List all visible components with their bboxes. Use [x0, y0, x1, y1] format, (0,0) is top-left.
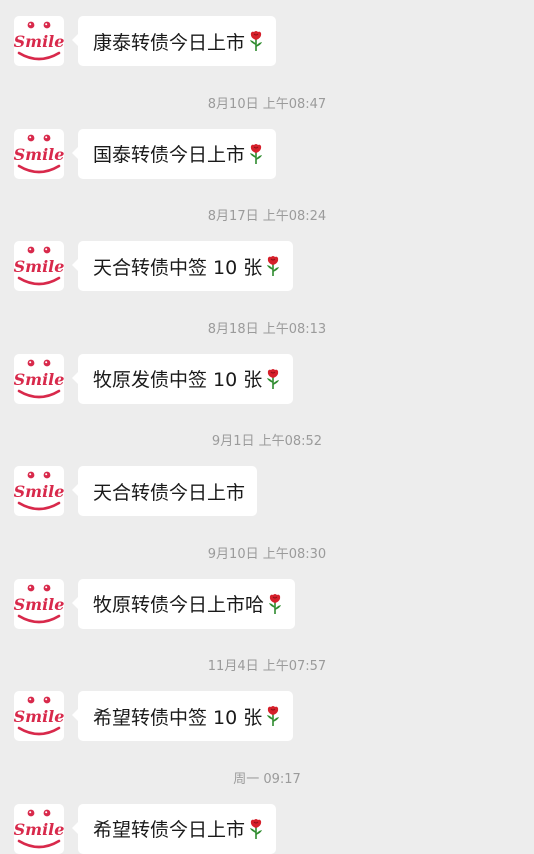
avatar-logo-text: Smile [14, 257, 64, 276]
avatar[interactable]: Smile [14, 803, 64, 854]
smile-logo-icon: Smile [14, 696, 64, 736]
smile-logo-icon: Smile [14, 359, 64, 398]
message-timestamp: 9月1日 上午08:52 [211, 434, 323, 449]
rose-emoji-icon [265, 368, 281, 390]
message-timestamp: 周一 09:17 [233, 771, 301, 787]
avatar-logo-text: Smile [14, 595, 64, 614]
message-timestamp: 8月17日 上午08:24 [207, 209, 327, 224]
message-row: Smile 天合转债中签 10 张 [0, 239, 534, 291]
avatar[interactable]: Smile [14, 578, 64, 629]
rose-emoji-icon [267, 593, 283, 615]
message-bubble[interactable]: 康泰转债今日上市 [71, 16, 277, 66]
message-text: 国泰转债今日上市 [93, 144, 246, 166]
rose-emoji-icon [248, 143, 264, 165]
rose-emoji-icon [265, 705, 281, 727]
message-bubble[interactable]: 天合转债今日上市 [71, 466, 258, 516]
message-bubble[interactable]: 希望转债中签 10 张 [71, 691, 294, 741]
smile-logo-icon: Smile [14, 134, 64, 173]
message-text: 天合转债中签 10 张 [93, 256, 263, 279]
smile-logo-icon: Smile [14, 809, 64, 848]
smile-logo-icon: Smile [14, 246, 64, 286]
avatar-logo-text: Smile [14, 820, 64, 839]
rose-emoji-icon [265, 255, 281, 277]
message-row: Smile 希望转债中签 10 张 [0, 689, 534, 741]
smile-logo-icon: Smile [14, 471, 64, 511]
message-text: 牧原转债今日上市哈 [93, 594, 265, 616]
message-bubble[interactable]: 牧原转债今日上市哈 [71, 578, 296, 629]
message-row: Smile 牧原发债中签 10 张 [0, 352, 534, 404]
rose-emoji-icon [248, 818, 264, 840]
avatar[interactable]: Smile [14, 691, 64, 741]
message-bubble[interactable]: 国泰转债今日上市 [71, 128, 277, 179]
avatar-logo-text: Smile [14, 482, 64, 501]
avatar-logo-text: Smile [14, 370, 64, 389]
avatar[interactable]: Smile [14, 16, 64, 66]
message-row: Smile 希望转债今日上市 [0, 802, 534, 854]
avatar[interactable]: Smile [14, 353, 64, 404]
message-text: 牧原发债中签 10 张 [93, 369, 263, 391]
rose-emoji-icon [248, 30, 264, 52]
smile-logo-icon: Smile [14, 21, 64, 61]
message-row: Smile 康泰转债今日上市 [0, 14, 534, 66]
chat-history[interactable]: Smile 康泰转债今日上市 8月10日 上午08:47 Smile 国泰转债今日上市 8… [0, 0, 534, 854]
message-timestamp: 8月18日 上午08:13 [207, 321, 327, 337]
message-timestamp: 8月10日 上午08:47 [207, 96, 327, 112]
message-row: Smile 天合转债今日上市 [0, 464, 534, 516]
message-row: Smile 国泰转债今日上市 [0, 127, 534, 179]
message-text: 希望转债今日上市 [93, 819, 246, 841]
avatar[interactable]: Smile [14, 241, 64, 291]
message-text: 希望转债中签 10 张 [93, 706, 263, 729]
message-bubble[interactable]: 天合转债中签 10 张 [71, 241, 294, 291]
avatar[interactable]: Smile [14, 466, 64, 516]
smile-logo-icon: Smile [14, 584, 64, 623]
message-text: 天合转债今日上市 [93, 481, 246, 504]
message-row: Smile 牧原转债今日上市哈 [0, 577, 534, 629]
message-text: 康泰转债今日上市 [93, 31, 246, 54]
message-timestamp: 11月4日 上午07:57 [207, 659, 327, 674]
message-bubble[interactable]: 希望转债今日上市 [71, 803, 277, 854]
avatar-logo-text: Smile [14, 707, 64, 726]
avatar[interactable]: Smile [14, 128, 64, 179]
avatar-logo-text: Smile [14, 145, 64, 164]
message-timestamp: 9月10日 上午08:30 [207, 546, 327, 562]
message-bubble[interactable]: 牧原发债中签 10 张 [71, 353, 294, 404]
avatar-logo-text: Smile [14, 32, 64, 51]
